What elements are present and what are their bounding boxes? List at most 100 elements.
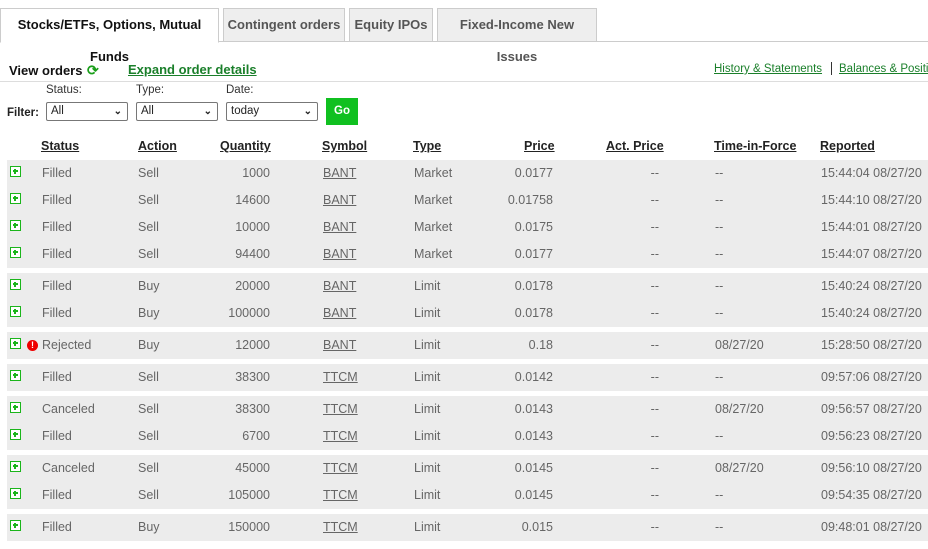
cell-act-price: -- <box>650 402 659 416</box>
expand-plus-icon[interactable] <box>10 520 21 531</box>
cell-time-in-force: -- <box>715 247 724 261</box>
cell-act-price: -- <box>650 166 659 180</box>
order-group: Filled Buy 20000 BANT Limit 0.0178 -- -- 15:40:2… <box>7 273 928 327</box>
cell-time-in-force: 08/27/20 <box>715 461 764 475</box>
tab-stocks-etfs[interactable]: Stocks/ETFs, Options, Mutual Funds <box>0 8 219 64</box>
cell-act-price: -- <box>650 193 659 207</box>
cell-type: Limit <box>414 402 441 416</box>
table-row: Filled Buy 100000 BANT Limit 0.0178 -- -- 15:40:… <box>7 300 928 327</box>
cell-type: Market <box>414 193 453 207</box>
cell-symbol[interactable]: TTCM <box>323 488 358 502</box>
chevron-down-icon: ⌄ <box>203 106 212 117</box>
date-select[interactable]: today ⌄ <box>226 102 318 121</box>
cell-time-in-force: -- <box>715 488 724 502</box>
order-group: Filled Buy 150000 TTCM Limit 0.015 -- -- 09:48:0… <box>7 514 928 541</box>
table-row: Canceled Sell 45000 TTCM Limit 0.0145 -- 08/27/… <box>7 455 928 482</box>
status-filter-label: Status: <box>46 84 82 96</box>
col-reported[interactable]: Reported <box>820 139 875 153</box>
cell-type: Market <box>414 166 453 180</box>
expand-plus-icon[interactable] <box>10 247 21 258</box>
cell-symbol[interactable]: BANT <box>323 338 356 352</box>
table-row: Canceled Sell 38300 TTCM Limit 0.0143 -- 08/27/… <box>7 396 928 423</box>
col-type[interactable]: Type <box>413 139 441 153</box>
cell-reported: 15:44:10 08/27/20 <box>821 193 922 207</box>
cell-price: 0.0177 <box>514 166 553 180</box>
cell-quantity: 12000 <box>235 338 270 352</box>
expand-plus-icon[interactable] <box>10 429 21 440</box>
refresh-icon[interactable]: ⟳ <box>87 62 99 79</box>
cell-type: Limit <box>414 338 441 352</box>
cell-time-in-force: -- <box>715 220 724 234</box>
tab-equity-ipos[interactable]: Equity IPOs <box>349 8 433 42</box>
expand-plus-icon[interactable] <box>10 338 21 349</box>
cell-action: Sell <box>138 370 159 384</box>
cell-symbol[interactable]: TTCM <box>323 370 358 384</box>
type-filter-label: Type: <box>136 84 165 96</box>
table-row: ! Rejected Buy 12000 BANT Limit 0.18 -- 08/27/20… <box>7 332 928 359</box>
col-action[interactable]: Action <box>138 139 177 153</box>
cell-symbol[interactable]: TTCM <box>323 402 358 416</box>
col-symbol[interactable]: Symbol <box>322 139 367 153</box>
table-row: Filled Sell 14600 BANT Market 0.01758 -- -- 15:4… <box>7 187 928 214</box>
cell-price: 0.18 <box>528 338 553 352</box>
expand-order-details-link[interactable]: Expand order details <box>128 62 257 77</box>
expand-plus-icon[interactable] <box>10 193 21 204</box>
col-status[interactable]: Status <box>41 139 79 153</box>
expand-plus-icon[interactable] <box>10 220 21 231</box>
expand-plus-icon[interactable] <box>10 402 21 413</box>
cell-symbol[interactable]: TTCM <box>323 429 358 443</box>
cell-symbol[interactable]: BANT <box>323 193 356 207</box>
col-price[interactable]: Price <box>524 139 555 153</box>
chevron-down-icon: ⌄ <box>303 106 312 117</box>
cell-symbol[interactable]: TTCM <box>323 520 358 534</box>
cell-quantity: 100000 <box>228 306 270 320</box>
cell-act-price: -- <box>650 247 659 261</box>
cell-quantity: 94400 <box>235 247 270 261</box>
cell-quantity: 38300 <box>235 402 270 416</box>
cell-status: Canceled <box>42 402 95 416</box>
cell-symbol[interactable]: BANT <box>323 279 356 293</box>
cell-action: Buy <box>138 279 160 293</box>
cell-price: 0.0178 <box>514 279 553 293</box>
table-row: Filled Buy 20000 BANT Limit 0.0178 -- -- 15:40:2… <box>7 273 928 300</box>
cell-type: Market <box>414 220 453 234</box>
cell-act-price: -- <box>650 220 659 234</box>
status-select[interactable]: All ⌄ <box>46 102 128 121</box>
cell-symbol[interactable]: BANT <box>323 306 356 320</box>
table-row: Filled Sell 105000 TTCM Limit 0.0145 -- -- 09:54… <box>7 482 928 509</box>
balances-positions-link[interactable]: Balances & Positions <box>839 63 928 75</box>
cell-symbol[interactable]: TTCM <box>323 461 358 475</box>
expand-plus-icon[interactable] <box>10 279 21 290</box>
col-quantity[interactable]: Quantity <box>220 139 271 153</box>
cell-symbol[interactable]: BANT <box>323 247 356 261</box>
cell-quantity: 45000 <box>235 461 270 475</box>
cell-action: Buy <box>138 306 160 320</box>
cell-symbol[interactable]: BANT <box>323 220 356 234</box>
order-tabs: Stocks/ETFs, Options, Mutual Funds Conti… <box>0 8 928 64</box>
cell-action: Buy <box>138 338 160 352</box>
view-orders-title: View orders <box>9 63 83 78</box>
tab-contingent-orders[interactable]: Contingent orders <box>223 8 345 42</box>
order-group: Filled Sell 1000 BANT Market 0.0177 -- -- 15:44:… <box>7 160 928 268</box>
cell-status: Filled <box>42 279 72 293</box>
cell-time-in-force: -- <box>715 166 724 180</box>
cell-quantity: 1000 <box>242 166 270 180</box>
col-time-in-force[interactable]: Time-in-Force <box>714 139 796 153</box>
cell-action: Sell <box>138 166 159 180</box>
cell-symbol[interactable]: BANT <box>323 166 356 180</box>
expand-plus-icon[interactable] <box>10 306 21 317</box>
tab-fixed-income[interactable]: Fixed-Income New Issues <box>437 8 597 64</box>
col-act-price[interactable]: Act. Price <box>606 139 664 153</box>
cell-status: Filled <box>42 306 72 320</box>
expand-plus-icon[interactable] <box>10 488 21 499</box>
expand-plus-icon[interactable] <box>10 166 21 177</box>
go-button[interactable]: Go <box>326 98 358 125</box>
cell-time-in-force: -- <box>715 370 724 384</box>
cell-type: Limit <box>414 306 441 320</box>
cell-quantity: 150000 <box>228 520 270 534</box>
history-statements-link[interactable]: History & Statements <box>714 63 822 75</box>
type-select[interactable]: All ⌄ <box>136 102 218 121</box>
expand-plus-icon[interactable] <box>10 461 21 472</box>
expand-plus-icon[interactable] <box>10 370 21 381</box>
cell-act-price: -- <box>650 279 659 293</box>
